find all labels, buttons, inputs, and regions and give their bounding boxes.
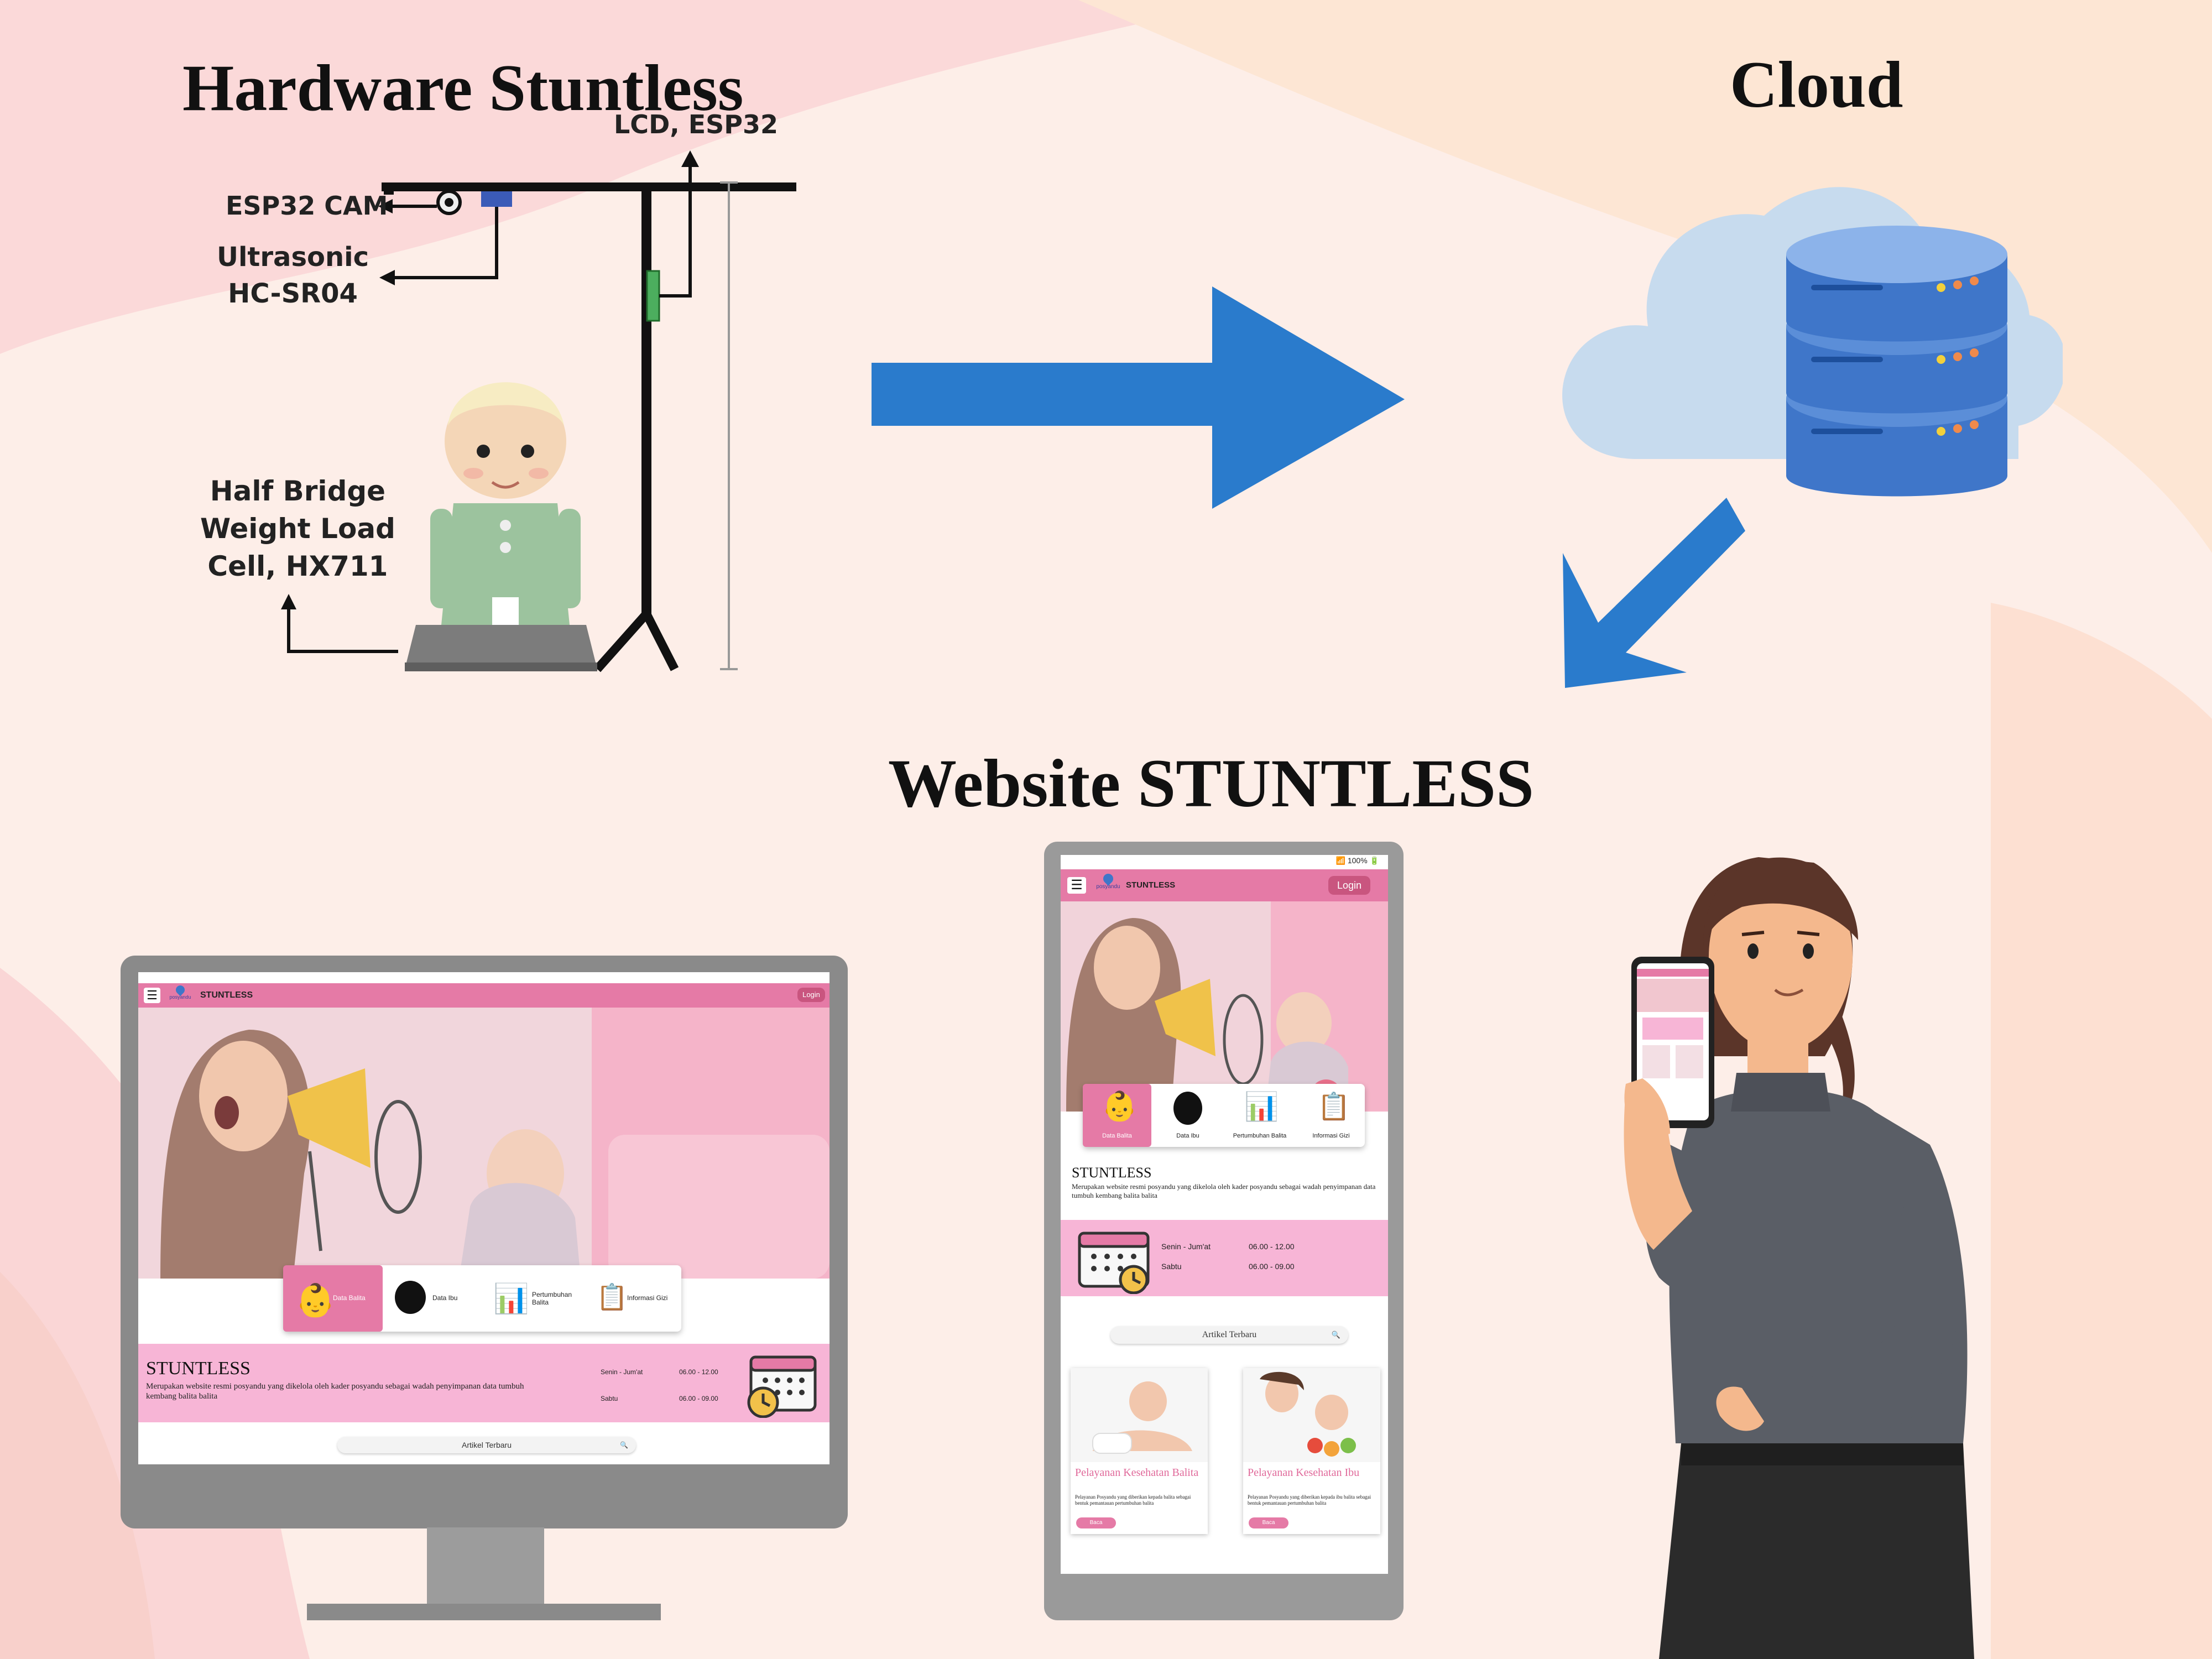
read-button[interactable]: Baca — [1076, 1517, 1116, 1528]
article-image — [1071, 1368, 1208, 1462]
desktop-hero-image — [138, 1008, 830, 1279]
baby-icon: 👶 — [295, 1282, 336, 1318]
mother-icon — [1173, 1092, 1202, 1125]
menu-informasi-gizi[interactable]: 📋 Informasi Gizi — [593, 1265, 681, 1332]
mobile-schedule-band: Senin - Jum'at 06.00 - 12.00 Sabtu 06.00… — [1061, 1220, 1388, 1296]
article-card[interactable]: Pelayanan Kesehatan Ibu Pelayanan Posyan… — [1243, 1368, 1380, 1534]
label-load-cell: Half Bridge Weight Load Cell, HX711 — [200, 475, 395, 582]
schedule-day-2: Sabtu — [1161, 1262, 1182, 1271]
desktop-info-band: STUNTLESS Merupakan website resmi posyan… — [138, 1344, 830, 1422]
menu-icon[interactable]: ☰ — [144, 988, 160, 1003]
menu-pertumbuhan-balita[interactable]: 📊 Pertumbuhan Balita — [1224, 1084, 1295, 1147]
wifi-icon: 📶 — [1335, 856, 1345, 865]
search-icon: 🔍 — [1331, 1331, 1340, 1339]
menu-informasi-gizi[interactable]: 📋 Informasi Gizi — [1297, 1084, 1365, 1147]
schedule-time-2: 06.00 - 09.00 — [1249, 1262, 1295, 1271]
posyandu-logo: posyandu — [1096, 872, 1120, 897]
baby-icon: 👶 — [1102, 1091, 1138, 1123]
clipboard-icon: 📋 — [1317, 1092, 1350, 1121]
article-image — [1243, 1368, 1380, 1462]
menu-data-ibu[interactable]: Data Ibu — [388, 1265, 482, 1332]
posyandu-logo: posyandu — [169, 983, 191, 1005]
login-button[interactable]: Login — [797, 988, 825, 1002]
desktop-menu-cards: 👶 Data Balita Data Ibu 📊 Pertumbuhan Bal… — [283, 1265, 681, 1332]
desktop-navbar: ☰ posyandu STUNTLESS Login — [138, 983, 830, 1008]
cloud-title: Cloud — [1730, 48, 1903, 121]
database-icon — [1786, 226, 2007, 497]
website-title: Website STUNTLESS — [888, 745, 1535, 821]
woman-with-phone-illustration — [1624, 857, 1974, 1659]
mobile-search-bar[interactable]: Artikel Terbaru 🔍 — [1110, 1326, 1348, 1344]
mobile-navbar: ☰ posyandu STUNTLESS Login — [1061, 869, 1388, 901]
desktop-screen: ☰ posyandu STUNTLESS Login 👶 Data Balita… — [138, 972, 830, 1464]
monitor-stand-base — [307, 1604, 661, 1620]
label-lcd: LCD, ESP32 — [614, 109, 779, 139]
mobile-brand: STUNTLESS — [1126, 880, 1176, 890]
mobile-heading: STUNTLESS — [1072, 1165, 1152, 1181]
mobile-screen: 📶 100% 🔋 ☰ posyandu STUNTLESS Login 👶 Da… — [1061, 855, 1388, 1574]
schedule-time-2: 06.00 - 09.00 — [679, 1395, 718, 1402]
menu-data-balita[interactable]: 👶 Data Balita — [1083, 1084, 1151, 1147]
cloud-database-icon — [1562, 187, 2063, 497]
schedule-time-1: 06.00 - 12.00 — [679, 1368, 718, 1376]
label-esp32-cam: ESP32 CAM — [226, 191, 388, 221]
bar-chart-icon: 📊 — [1244, 1091, 1279, 1122]
arrow-hardware-to-cloud — [872, 286, 1405, 509]
calendar-icon — [747, 1355, 817, 1418]
desktop-brand: STUNTLESS — [200, 990, 253, 1000]
mobile-phone: 📶 100% 🔋 ☰ posyandu STUNTLESS Login 👶 Da… — [1044, 842, 1404, 1620]
desktop-description: Merupakan website resmi posyandu yang di… — [146, 1382, 524, 1401]
article-card[interactable]: Pelayanan Kesehatan Balita Pelayanan Pos… — [1071, 1368, 1208, 1534]
desktop-monitor: ☰ posyandu STUNTLESS Login 👶 Data Balita… — [121, 956, 848, 1528]
schedule-day-1: Senin - Jum'at — [1161, 1242, 1211, 1251]
schedule-day-1: Senin - Jum'at — [601, 1368, 643, 1376]
bar-chart-icon: 📊 — [493, 1283, 529, 1315]
desktop-heading: STUNTLESS — [146, 1358, 251, 1379]
search-icon: 🔍 — [620, 1441, 628, 1449]
desktop-search-bar[interactable]: Artikel Terbaru 🔍 — [337, 1437, 636, 1453]
menu-data-balita[interactable]: 👶 Data Balita — [283, 1265, 383, 1332]
label-ultrasonic: Ultrasonic HC-SR04 — [217, 242, 369, 309]
menu-data-ibu[interactable]: Data Ibu — [1154, 1084, 1222, 1147]
monitor-stand-neck — [427, 1527, 544, 1608]
status-bar: 📶 100% 🔋 — [1335, 856, 1379, 865]
calendar-icon — [1078, 1232, 1150, 1294]
read-button[interactable]: Baca — [1249, 1517, 1288, 1528]
mobile-description: Merupakan website resmi posyandu yang di… — [1072, 1182, 1376, 1199]
schedule-day-2: Sabtu — [601, 1395, 618, 1402]
schedule-time-1: 06.00 - 12.00 — [1249, 1242, 1295, 1251]
hardware-diagram — [281, 150, 796, 672]
mother-icon — [395, 1281, 426, 1314]
mobile-menu-cards: 👶 Data Balita Data Ibu 📊 Pertumbuhan Bal… — [1083, 1084, 1365, 1147]
menu-icon[interactable]: ☰ — [1067, 877, 1086, 894]
battery-icon: 🔋 — [1369, 856, 1379, 865]
baby-illustration — [430, 382, 581, 625]
login-button[interactable]: Login — [1328, 876, 1370, 895]
mobile-hero-image — [1061, 901, 1388, 1112]
clipboard-icon: 📋 — [596, 1282, 628, 1311]
menu-pertumbuhan-balita[interactable]: 📊 Pertumbuhan Balita — [488, 1265, 587, 1332]
